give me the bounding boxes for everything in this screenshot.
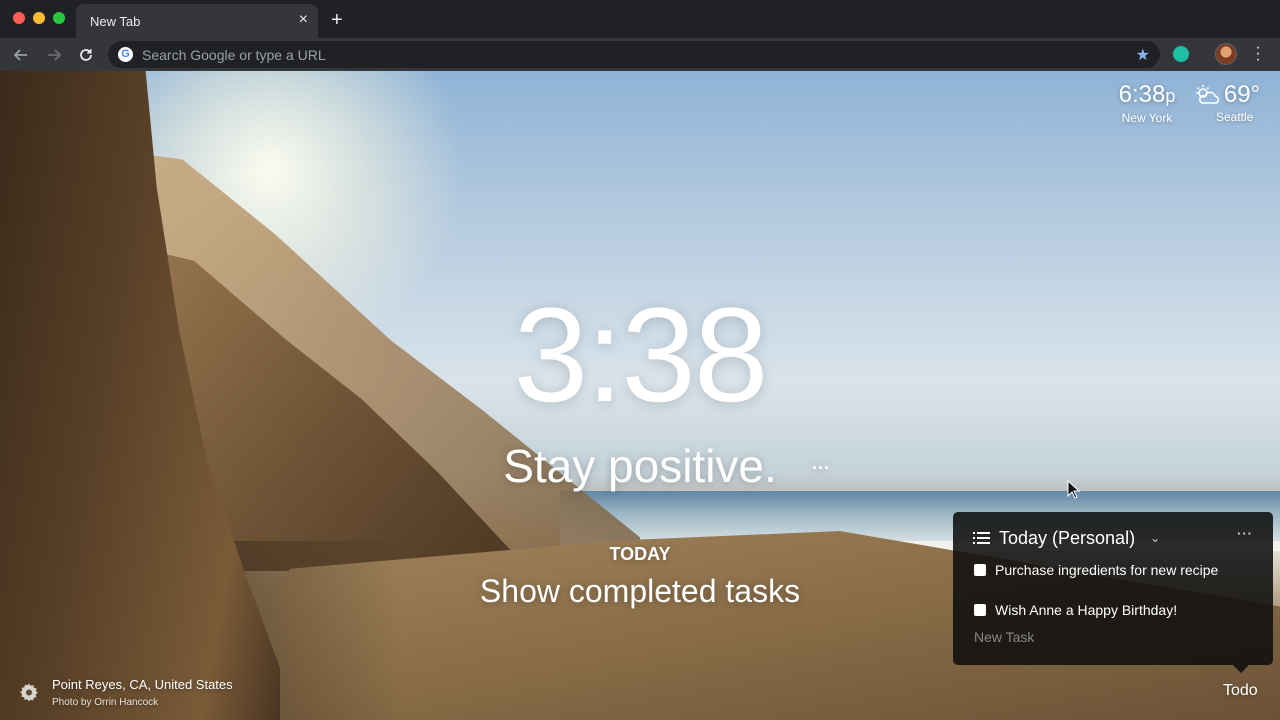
todo-checkbox[interactable]	[974, 564, 986, 576]
chevron-down-icon: ⌄	[1150, 531, 1161, 545]
bookmark-star-icon[interactable]: ★	[1136, 45, 1150, 65]
weather-city: Seattle	[1216, 110, 1254, 124]
new-tab-page: 6:38p New York 69° Seattle 3:38 Stay pos…	[0, 71, 1280, 720]
gear-icon[interactable]	[19, 682, 39, 702]
todo-item: Wish Anne a Happy Birthday!	[974, 601, 1225, 619]
background-location[interactable]: Point Reyes, CA, United States	[52, 677, 233, 693]
mantra-container: Stay positive. ...	[360, 439, 920, 493]
todo-item-text[interactable]: Purchase ingredients for new recipe	[995, 561, 1225, 579]
weather-temperature: 69°	[1223, 81, 1261, 108]
new-tab-button[interactable]: +	[331, 9, 343, 31]
mouse-cursor-icon	[1067, 480, 1081, 499]
partly-sunny-icon	[1195, 85, 1219, 104]
photo-credit[interactable]: Photo by Orrin Hancock	[52, 696, 158, 710]
mantra-more-button[interactable]: ...	[812, 453, 830, 474]
todo-list-selector[interactable]: Today (Personal) ⌄	[973, 527, 1160, 549]
profile-avatar[interactable]	[1215, 43, 1237, 65]
world-clock-widget[interactable]: 6:38p New York	[1110, 81, 1184, 126]
world-clock-ampm: p	[1165, 86, 1176, 106]
new-task-input[interactable]	[974, 629, 1254, 645]
extension-icon[interactable]	[1173, 46, 1189, 62]
todo-panel: Today (Personal) ⌄ ··· Purchase ingredie…	[953, 512, 1273, 673]
weather-widget[interactable]: 69° Seattle	[1190, 81, 1264, 125]
omnibox-input[interactable]	[142, 41, 1102, 68]
focus-text[interactable]: Show completed tasks	[400, 571, 880, 611]
world-clock-time: 6:38	[1118, 81, 1166, 108]
main-clock[interactable]: 3:38	[440, 281, 840, 431]
close-window-button[interactable]	[13, 12, 25, 24]
google-icon: G	[118, 47, 133, 62]
todo-more-button[interactable]: ···	[1237, 526, 1253, 541]
focus-label: TODAY	[609, 544, 671, 564]
toolbar: G ★ ···	[0, 38, 1280, 71]
browser-menu-icon[interactable]: · · ·	[1251, 40, 1265, 68]
tab-strip: New Tab × +	[0, 0, 1280, 38]
back-icon[interactable]	[10, 44, 32, 66]
world-clock-city: New York	[1121, 111, 1173, 125]
forward-icon[interactable]	[43, 44, 65, 66]
todo-item-text[interactable]: Wish Anne a Happy Birthday!	[995, 601, 1225, 619]
list-icon	[973, 532, 990, 544]
tab-close-icon[interactable]: ×	[299, 11, 308, 29]
reload-icon[interactable]	[75, 44, 97, 66]
minimize-window-button[interactable]	[33, 12, 45, 24]
tab-title: New Tab	[90, 14, 141, 29]
maximize-window-button[interactable]	[53, 12, 65, 24]
todo-list-name: Today (Personal)	[999, 528, 1136, 548]
tab-new-tab[interactable]: New Tab ×	[76, 4, 318, 38]
todo-item: Purchase ingredients for new recipe	[974, 561, 1225, 579]
todo-toggle-button[interactable]: Todo	[1223, 682, 1258, 700]
todo-checkbox[interactable]	[974, 604, 986, 616]
mantra-text: Stay positive.	[503, 440, 777, 492]
omnibox[interactable]: G ★	[108, 41, 1160, 68]
